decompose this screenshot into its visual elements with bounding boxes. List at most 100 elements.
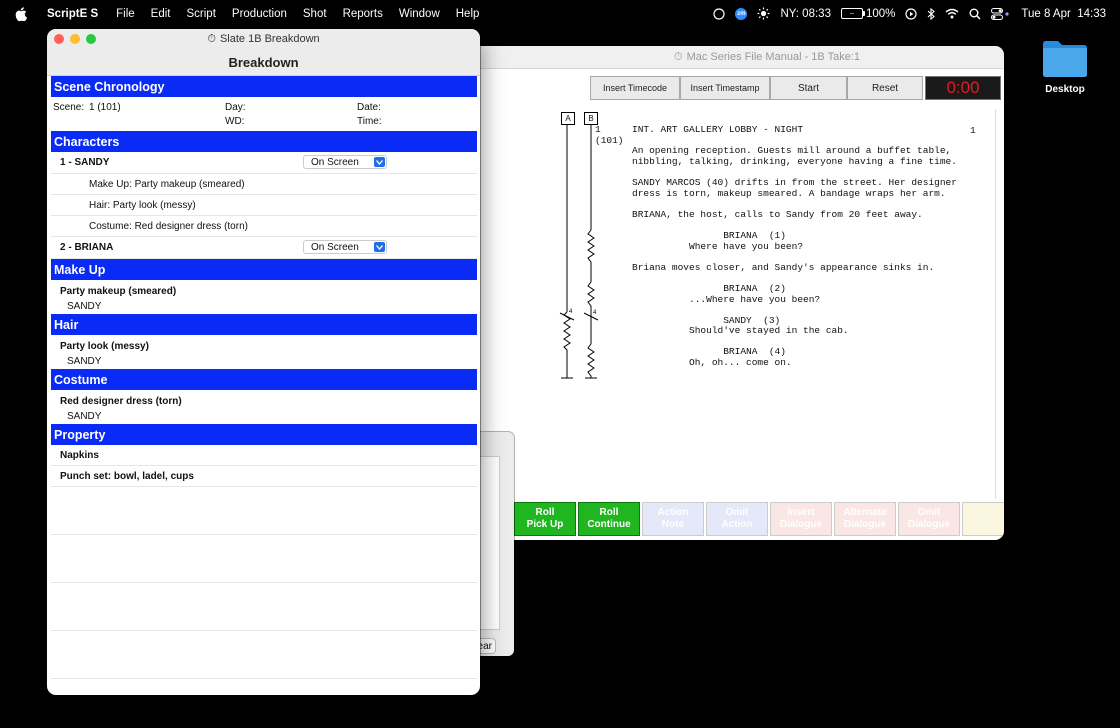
character-row-sandy[interactable]: 1 - SANDY On Screen bbox=[51, 152, 477, 174]
menu-edit[interactable]: Edit bbox=[151, 8, 171, 20]
empty-row bbox=[51, 535, 477, 583]
chevron-down-icon bbox=[374, 157, 385, 167]
svg-text:4: 4 bbox=[569, 309, 573, 315]
script-toolbar: Insert Timecode Insert Timestamp Start R… bbox=[590, 76, 1001, 100]
insert-timestamp-button[interactable]: Insert Timestamp bbox=[680, 76, 770, 100]
screen-status-select[interactable]: On Screen bbox=[303, 240, 387, 254]
play-icon[interactable] bbox=[905, 7, 917, 20]
section-property: Property bbox=[51, 424, 477, 445]
empty-row bbox=[51, 631, 477, 679]
character-name: 1 - SANDY bbox=[60, 157, 110, 168]
script-window-titlebar[interactable]: ⏱ Mac Series File Manual - 1B Take:1 bbox=[470, 46, 1004, 69]
roll-continue-button[interactable]: Roll Continue bbox=[578, 502, 640, 536]
breakdown-titlebar[interactable]: ⏱ Slate 1B Breakdown bbox=[47, 29, 480, 49]
battery-icon[interactable]: – 100% bbox=[840, 7, 896, 20]
minimize-icon[interactable] bbox=[70, 34, 80, 44]
ny-clock[interactable]: NY: 08:33 bbox=[780, 8, 831, 20]
item-title: Party look (messy) bbox=[60, 341, 149, 352]
folder-icon bbox=[1041, 38, 1089, 78]
insert-timecode-button[interactable]: Insert Timecode bbox=[590, 76, 680, 100]
bluetooth-icon[interactable] bbox=[927, 7, 936, 20]
empty-row bbox=[51, 583, 477, 631]
roll-pick-up-button[interactable]: Roll Pick Up bbox=[514, 502, 576, 536]
chevron-down-icon bbox=[374, 242, 385, 252]
menu-production[interactable]: Production bbox=[232, 8, 287, 20]
hair-item[interactable]: Party look (messy) SANDY bbox=[51, 335, 477, 369]
empty-row bbox=[51, 487, 477, 535]
breakdown-window-title: Slate 1B Breakdown bbox=[219, 33, 320, 45]
omit-dialogue-button[interactable]: Omit Dialogue bbox=[898, 502, 960, 536]
zoom-badge-label: zm bbox=[735, 7, 748, 20]
script-window-title: Mac Series File Manual - 1B Take:1 bbox=[686, 51, 861, 63]
menu-window[interactable]: Window bbox=[399, 8, 440, 20]
screen-status-select[interactable]: On Screen bbox=[303, 155, 387, 169]
screen-status-value: On Screen bbox=[311, 156, 359, 168]
close-icon[interactable] bbox=[54, 34, 64, 44]
property-item[interactable]: Punch set: bowl, ladel, cups bbox=[51, 466, 477, 487]
wd-label: WD: bbox=[225, 116, 245, 127]
item-character: SANDY bbox=[67, 411, 102, 422]
menu-file[interactable]: File bbox=[116, 8, 135, 20]
character-row-briana[interactable]: 2 - BRIANA On Screen bbox=[51, 237, 477, 259]
brightness-icon[interactable] bbox=[757, 7, 770, 20]
svg-text:4: 4 bbox=[593, 310, 597, 316]
character-detail-row: Hair: Party look (messy) bbox=[51, 195, 477, 216]
status-area: zm NY: 08:33 – 100% Tue 8 Apr 14:33 bbox=[703, 7, 1120, 20]
action-note-button[interactable]: Action Note bbox=[642, 502, 704, 536]
property-item[interactable]: Napkins bbox=[51, 445, 477, 466]
insert-dialogue-button[interactable]: Insert Dialogue bbox=[770, 502, 832, 536]
scene-number-right: 1 bbox=[970, 125, 976, 136]
stopwatch-icon: ⏱ bbox=[673, 50, 683, 63]
costume-item[interactable]: Red designer dress (torn) SANDY bbox=[51, 390, 477, 424]
omit-action-button[interactable]: Omit Action bbox=[706, 502, 768, 536]
tramline-graphics[interactable]: 4 4 bbox=[555, 124, 605, 380]
screen-status-value: On Screen bbox=[311, 241, 359, 253]
make-up-item[interactable]: Party makeup (smeared) SANDY bbox=[51, 280, 477, 314]
action-button-row: Roll Pick Up Roll Continue Action Note O… bbox=[514, 502, 1004, 536]
scene-info: Scene: 1 (101) Day: WD: Date: Time: bbox=[51, 97, 477, 131]
zoom-icon[interactable]: zm bbox=[735, 7, 748, 20]
wifi-icon[interactable] bbox=[945, 8, 959, 19]
start-button[interactable]: Start bbox=[770, 76, 847, 100]
script-window: ⏱ Mac Series File Manual - 1B Take:1 Ins… bbox=[470, 46, 1004, 540]
blank-button[interactable] bbox=[962, 502, 1004, 536]
reset-button[interactable]: Reset bbox=[847, 76, 923, 100]
day-label: Day: bbox=[225, 102, 246, 113]
scene-number-left: 1 (101) bbox=[595, 124, 624, 146]
zoom-window-icon[interactable] bbox=[86, 34, 96, 44]
battery-cell: – bbox=[840, 8, 865, 19]
section-characters: Characters bbox=[51, 131, 477, 152]
stopwatch-icon: ⏱ bbox=[207, 32, 216, 45]
desktop-folder[interactable]: Desktop bbox=[1030, 38, 1100, 95]
menu-reports[interactable]: Reports bbox=[343, 8, 383, 20]
section-costume: Costume bbox=[51, 369, 477, 390]
menu-app-name[interactable]: ScriptE S bbox=[47, 8, 98, 20]
scene-value: 1 (101) bbox=[89, 102, 121, 113]
desktop-folder-label: Desktop bbox=[1045, 84, 1085, 95]
scene-label: Scene: bbox=[53, 102, 85, 113]
section-make-up: Make Up bbox=[51, 259, 477, 280]
battery-percent: 100% bbox=[865, 7, 896, 20]
script-text[interactable]: INT. ART GALLERY LOBBY - NIGHT An openin… bbox=[632, 124, 957, 369]
timer-display: 0:00 bbox=[925, 76, 1001, 100]
section-scene-chronology: Scene Chronology bbox=[51, 76, 477, 97]
apple-logo-icon[interactable] bbox=[15, 6, 31, 21]
menu-bar: ScriptE S File Edit Script Production Sh… bbox=[0, 0, 1120, 27]
character-detail-row: Make Up: Party makeup (smeared) bbox=[51, 174, 477, 195]
breakdown-window: ⏱ Slate 1B Breakdown Breakdown Scene Chr… bbox=[47, 29, 480, 695]
circle-status-icon[interactable] bbox=[713, 7, 726, 20]
alternate-dialogue-button[interactable]: Alternate Dialogue bbox=[834, 502, 896, 536]
search-icon[interactable] bbox=[969, 8, 981, 20]
item-title: Red designer dress (torn) bbox=[60, 396, 182, 407]
control-center-icon[interactable] bbox=[991, 7, 1011, 20]
date-time[interactable]: Tue 8 Apr 14:33 bbox=[1021, 8, 1106, 20]
menu-help[interactable]: Help bbox=[456, 8, 480, 20]
item-title: Party makeup (smeared) bbox=[60, 286, 177, 297]
date-label: Date: bbox=[357, 102, 381, 113]
breakdown-content: Scene Chronology Scene: 1 (101) Day: WD:… bbox=[51, 76, 477, 679]
menu-shot[interactable]: Shot bbox=[303, 8, 327, 20]
breakdown-heading: Breakdown bbox=[47, 49, 480, 76]
item-character: SANDY bbox=[67, 301, 102, 312]
section-hair: Hair bbox=[51, 314, 477, 335]
menu-script[interactable]: Script bbox=[187, 8, 216, 20]
